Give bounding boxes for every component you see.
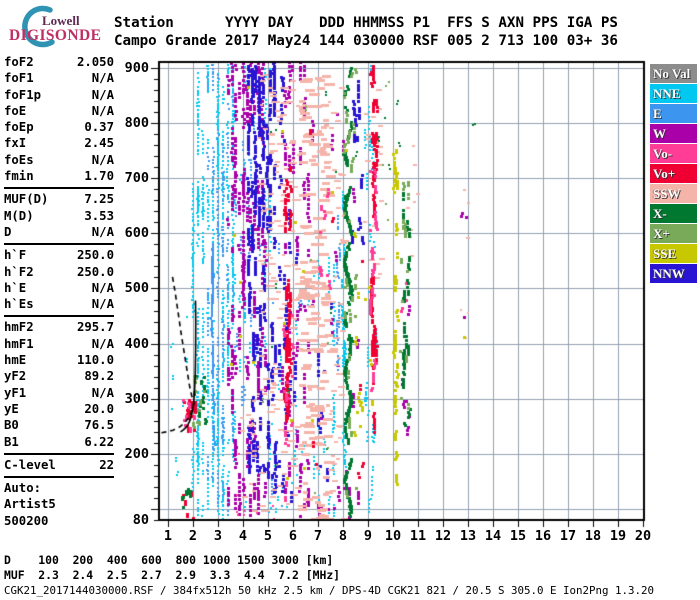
digisonde-ionogram-screen: Lowell DIGISONDE Station YYYY DAY DDD HH…	[0, 0, 700, 600]
legend-item-nne: NNE	[650, 84, 697, 103]
legend-item-vo: Vo+	[650, 164, 697, 183]
legend-item-ssw: SSW	[650, 184, 697, 203]
distance-row: D 100 200 400 600 800 1000 1500 3000 [km…	[4, 553, 334, 567]
muf-row: MUF 2.3 2.4 2.5 2.7 2.9 3.3 4.4 7.2 [MHz…	[4, 568, 341, 582]
legend-item-x: X-	[650, 204, 697, 223]
direction-legend: No Val NNE E W Vo- Vo+ SSW X- X+ SSE NNW	[650, 64, 697, 284]
legend-item-e: E	[650, 104, 697, 123]
legend-item-nnw: NNW	[650, 264, 697, 283]
legend-item-noval: No Val	[650, 64, 697, 83]
legend-item-sse: SSE	[650, 244, 697, 263]
legend-item-vo: Vo-	[650, 144, 697, 163]
legend-item-w: W	[650, 124, 697, 143]
legend-item-x: X+	[650, 224, 697, 243]
file-info-row: CGK21_2017144030000.RSF / 384fx512h 50 k…	[4, 584, 655, 597]
ionogram-plot	[0, 0, 700, 600]
